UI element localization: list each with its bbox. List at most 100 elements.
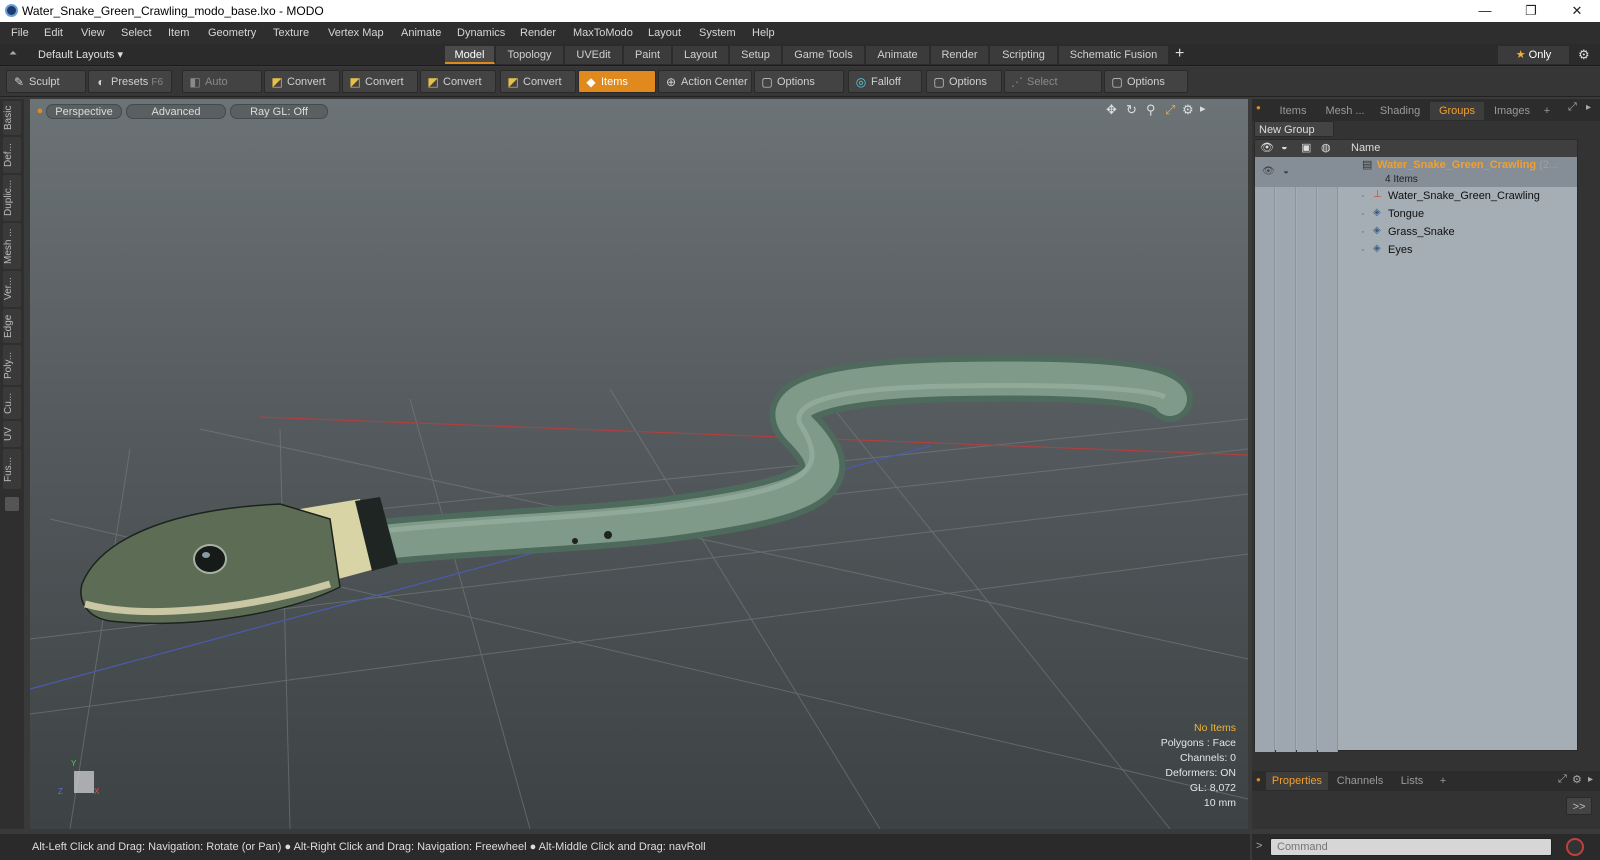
tab-shading[interactable]: Shading: [1372, 102, 1428, 120]
close-button[interactable]: ✕: [1554, 0, 1600, 22]
add-tab-button[interactable]: +: [1175, 45, 1184, 63]
viewport-expand-arrow-icon[interactable]: ▸: [1200, 102, 1206, 115]
new-group-button[interactable]: New Group: [1254, 121, 1334, 137]
tab-uv[interactable]: UV: [3, 421, 21, 447]
expand-properties-button[interactable]: >>: [1566, 797, 1592, 815]
tab-mesh[interactable]: Mesh ...: [1320, 102, 1370, 120]
tab-paint[interactable]: Paint: [624, 46, 672, 64]
list-item[interactable]: Grass_Snake: [1388, 224, 1455, 241]
list-item[interactable]: Eyes: [1388, 242, 1412, 259]
menu-geometry[interactable]: Geometry: [208, 27, 256, 39]
snake-model[interactable]: [80, 355, 1193, 625]
tab-render[interactable]: Render: [931, 46, 989, 64]
panel-maximize-icon[interactable]: ⤢: [1558, 773, 1567, 786]
menu-render[interactable]: Render: [520, 27, 556, 39]
settings-gear-icon[interactable]: ⚙: [1578, 47, 1590, 63]
select-toggle-icon[interactable]: ◍: [1321, 141, 1331, 154]
tab-edge[interactable]: Edge: [3, 309, 21, 343]
collapse-arrow-icon[interactable]: ⏶: [9, 48, 17, 59]
name-column-header[interactable]: Name: [1351, 142, 1380, 154]
tab-channels[interactable]: Channels: [1332, 772, 1388, 790]
advanced-shading-dropdown[interactable]: Advanced: [126, 104, 226, 119]
action-center-button[interactable]: ⊕ Action Center: [658, 70, 752, 93]
lock-icon[interactable]: ▣: [1301, 141, 1311, 154]
perspective-dropdown[interactable]: Perspective: [46, 104, 122, 119]
tab-items[interactable]: Items: [1268, 102, 1318, 120]
menu-file[interactable]: File: [11, 27, 29, 39]
3d-viewport[interactable]: ● Perspective Advanced Ray GL: Off ✥ ↻ ⚲…: [30, 99, 1248, 829]
menu-item[interactable]: Item: [168, 27, 189, 39]
panel-arrow-icon[interactable]: ▸: [1586, 102, 1591, 113]
presets-button[interactable]: ◐ Presets F6: [88, 70, 172, 93]
menu-view[interactable]: View: [81, 27, 105, 39]
tab-basic[interactable]: Basic: [3, 101, 21, 135]
row-visibility-icon[interactable]: 👁: [1262, 166, 1275, 177]
only-toggle[interactable]: ★ Only: [1498, 46, 1570, 64]
items-mode-button[interactable]: ◆Items 5: [578, 70, 656, 111]
menu-system[interactable]: System: [699, 27, 736, 39]
zoom-icon[interactable]: ⚲: [1146, 102, 1156, 118]
add-bottom-tab-button[interactable]: +: [1436, 772, 1450, 790]
viewport-settings-icon[interactable]: ⚙: [1182, 102, 1194, 118]
panel-arrow-icon[interactable]: ▸: [1588, 774, 1593, 785]
sculpt-button[interactable]: ✎ Sculpt: [6, 70, 86, 93]
tab-schematic-fusion[interactable]: Schematic Fusion: [1059, 46, 1169, 64]
tab-scripting[interactable]: Scripting: [990, 46, 1058, 64]
list-item[interactable]: Water_Snake_Green_Crawling: [1388, 188, 1540, 205]
rotate-icon[interactable]: ↻: [1126, 102, 1137, 118]
menu-texture[interactable]: Texture: [273, 27, 309, 39]
tab-deform[interactable]: Def...: [3, 137, 21, 173]
menu-edit[interactable]: Edit: [44, 27, 63, 39]
restore-button[interactable]: ❐: [1508, 0, 1554, 22]
menu-dynamics[interactable]: Dynamics: [457, 27, 505, 39]
record-macro-icon[interactable]: [1566, 838, 1584, 856]
tab-curve[interactable]: Cu...: [3, 387, 21, 419]
pan-icon[interactable]: ✥: [1106, 102, 1117, 118]
action-center-options-button[interactable]: ▢ Options: [754, 70, 844, 93]
panel-settings-icon[interactable]: ⚙: [1572, 773, 1582, 786]
tab-animate[interactable]: Animate: [866, 46, 930, 64]
list-item[interactable]: Tongue: [1388, 206, 1424, 223]
command-input[interactable]: [1270, 838, 1552, 856]
menu-layout[interactable]: Layout: [648, 27, 681, 39]
tab-properties[interactable]: Properties: [1266, 772, 1328, 790]
menu-animate[interactable]: Animate: [401, 27, 441, 39]
convert-polygons-button[interactable]: ◩ Convert: [420, 70, 496, 93]
tab-model[interactable]: Model: [445, 46, 495, 64]
panel-maximize-icon[interactable]: ⤢: [1568, 101, 1577, 114]
raygl-toggle[interactable]: Ray GL: Off: [230, 104, 328, 119]
panel-toggle-button[interactable]: [5, 497, 19, 511]
tab-setup[interactable]: Setup: [730, 46, 782, 64]
tab-topology[interactable]: Topology: [496, 46, 564, 64]
tab-layout[interactable]: Layout: [673, 46, 729, 64]
fit-icon[interactable]: ⤢: [1165, 102, 1175, 118]
tab-duplicate[interactable]: Duplic...: [3, 175, 21, 221]
select-through-button[interactable]: ⋰Select Through: [1004, 70, 1102, 111]
falloff-options-button[interactable]: ▢ Options: [926, 70, 1002, 93]
tab-polygon[interactable]: Poly...: [3, 345, 21, 385]
convert-items-button[interactable]: ◩ Convert: [500, 70, 576, 93]
tab-mesh-edit[interactable]: Mesh ...: [3, 223, 21, 269]
tab-game-tools[interactable]: Game Tools: [783, 46, 865, 64]
panel-menu-dot-icon[interactable]: ●: [1256, 103, 1261, 112]
tab-groups[interactable]: Groups: [1430, 102, 1484, 120]
tab-lists[interactable]: Lists: [1392, 772, 1432, 790]
menu-select[interactable]: Select: [121, 27, 152, 39]
render-toggle-icon[interactable]: ◒: [1281, 141, 1288, 153]
tab-fusion[interactable]: Fus...: [3, 449, 21, 489]
tab-vertex[interactable]: Ver...: [3, 271, 21, 307]
row-render-icon[interactable]: ◒: [1283, 166, 1289, 177]
convert-vertices-button[interactable]: ◩ Convert: [264, 70, 340, 93]
add-panel-tab-button[interactable]: +: [1540, 102, 1554, 120]
visibility-eye-icon[interactable]: 👁: [1260, 141, 1274, 154]
tab-uvedit[interactable]: UVEdit: [565, 46, 623, 64]
panel-menu-dot-icon[interactable]: ●: [1256, 775, 1261, 784]
tab-images[interactable]: Images: [1486, 102, 1538, 120]
menu-maxtomodo[interactable]: MaxToModo: [573, 27, 633, 39]
falloff-button[interactable]: ◎ Falloff: [848, 70, 922, 93]
auto-select-button[interactable]: ◧Auto Select: [182, 70, 262, 111]
default-layouts-dropdown[interactable]: Default Layouts ▾: [38, 48, 123, 61]
minimize-button[interactable]: —: [1462, 0, 1508, 22]
menu-vertex-map[interactable]: Vertex Map: [328, 27, 384, 39]
convert-edges-button[interactable]: ◩ Convert: [342, 70, 418, 93]
